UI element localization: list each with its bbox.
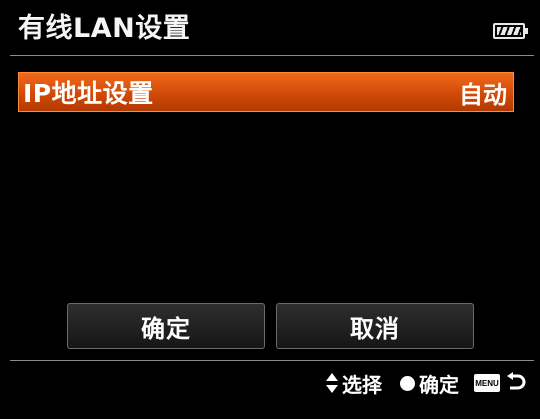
menu-item-ip-address-setting[interactable]: IP地址设置 自动 [18,72,514,112]
menu-item-label: IP地址设置 [23,79,154,108]
up-down-arrow-icon [326,373,338,393]
confirm-hint: 确定 [400,366,459,400]
confirm-hint-label: 确定 [419,372,459,397]
cancel-button[interactable]: 取消 [276,303,474,349]
ok-button[interactable]: 确定 [67,303,265,349]
select-hint: 选择 [325,366,382,400]
menu-item-value: 自动 [459,80,507,109]
header-divider [10,55,534,56]
header: 有线LAN设置 [0,0,540,54]
battery-full-icon [493,23,528,39]
footer-guide: 选择 确定 MENU [0,366,540,400]
return-arrow-icon [507,372,526,390]
select-hint-label: 选择 [342,372,382,397]
center-button-dot-icon [400,375,415,391]
page-title: 有线LAN设置 [18,13,191,44]
menu-key-icon: MENU [474,374,500,392]
camera-menu-screen: 有线LAN设置 IP地址设置 自动 确定 取消 选择 确定 MENU [0,0,540,419]
battery-level [497,27,521,35]
footer-divider [10,360,534,361]
